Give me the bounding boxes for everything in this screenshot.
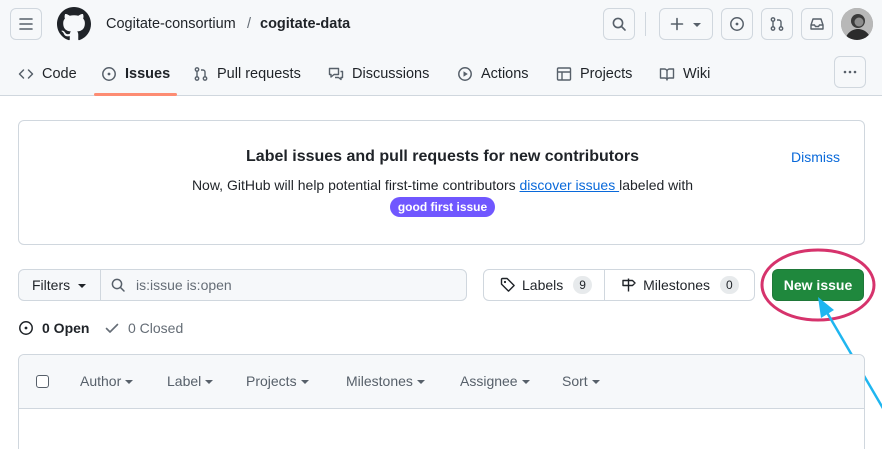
git-pull-request-icon — [770, 17, 784, 31]
check-icon — [105, 323, 119, 333]
breadcrumb-owner-link[interactable]: Cogitate-consortium — [106, 14, 236, 34]
filters-label: Filters — [32, 277, 71, 293]
code-icon — [18, 69, 34, 79]
user-avatar[interactable] — [841, 8, 873, 40]
create-new-button[interactable] — [659, 8, 713, 40]
triangle-down-icon — [591, 380, 600, 384]
issue-opened-icon — [19, 321, 33, 335]
open-issues-filter[interactable]: 0 Open — [18, 318, 89, 338]
tab-pull-requests-label: Pull requests — [217, 66, 301, 82]
triangle-down-icon — [693, 23, 701, 27]
assignee-filter-label: Assignee — [460, 373, 518, 389]
tab-wiki-label: Wiki — [683, 66, 711, 82]
search-icon — [111, 278, 125, 292]
author-filter-label: Author — [80, 373, 122, 389]
new-issue-button[interactable]: New issue — [772, 269, 864, 301]
hamburger-menu-button[interactable] — [10, 8, 42, 40]
tab-issues[interactable]: Issues — [101, 56, 170, 92]
banner-badge-row: good first issue — [19, 197, 866, 217]
dismiss-button[interactable]: Dismiss — [791, 149, 840, 165]
issues-list: Author Label Projects Milestones Assigne… — [18, 354, 865, 449]
tab-discussions-label: Discussions — [352, 66, 430, 82]
triangle-down-icon — [300, 380, 309, 384]
github-logo-icon[interactable] — [57, 7, 91, 41]
projects-filter-label: Projects — [246, 373, 297, 389]
sort-dropdown[interactable]: Sort — [562, 373, 600, 389]
triangle-down-icon — [205, 380, 214, 384]
discover-issues-link[interactable]: discover issues — [520, 177, 620, 193]
breadcrumb-separator: / — [247, 16, 252, 32]
table-icon — [556, 67, 572, 81]
milestones-button[interactable]: Milestones 0 — [605, 270, 754, 300]
triangle-down-icon — [416, 380, 425, 384]
tab-actions[interactable]: Actions — [457, 56, 529, 92]
banner-text-after: labeled with — [619, 177, 694, 193]
banner-text-before: Now, GitHub will help potential first-ti… — [191, 177, 520, 193]
tab-projects-label: Projects — [580, 66, 633, 82]
milestones-filter-label: Milestones — [346, 373, 413, 389]
git-pull-request-icon — [194, 67, 208, 81]
avatar-image — [841, 8, 873, 40]
tab-wiki[interactable]: Wiki — [659, 56, 710, 92]
more-tabs-button[interactable] — [834, 56, 866, 88]
comment-discussion-icon — [328, 67, 344, 81]
tab-projects[interactable]: Projects — [556, 56, 632, 92]
open-count: 0 Open — [42, 320, 90, 336]
labels-label: Labels — [522, 277, 564, 293]
labels-button[interactable]: Labels 9 — [484, 270, 606, 300]
tab-discussions[interactable]: Discussions — [328, 56, 429, 92]
issue-opened-icon — [730, 17, 744, 31]
kebab-horizontal-icon — [843, 70, 857, 74]
filters-button[interactable]: Filters — [18, 269, 101, 301]
label-filter-label: Label — [167, 373, 202, 389]
banner-text: Now, GitHub will help potential first-ti… — [19, 177, 866, 193]
active-tab-indicator — [94, 93, 177, 96]
hamburger-icon — [19, 18, 33, 30]
labels-count: 9 — [573, 276, 592, 294]
repo-header: Cogitate-consortium / cogitate-data Code… — [0, 0, 882, 96]
inbox-icon — [810, 18, 824, 30]
header-divider — [645, 12, 646, 36]
closed-issues-filter[interactable]: 0 Closed — [104, 318, 183, 338]
triangle-down-icon — [521, 380, 530, 384]
tab-code[interactable]: Code — [18, 56, 77, 92]
breadcrumb-repo-link[interactable]: cogitate-data — [260, 14, 350, 34]
select-all-checkbox[interactable] — [36, 375, 49, 388]
tab-issues-label: Issues — [125, 66, 171, 82]
issue-search-input[interactable] — [136, 277, 436, 293]
assignee-filter-dropdown[interactable]: Assignee — [460, 373, 530, 389]
triangle-down-icon — [78, 284, 87, 288]
author-filter-dropdown[interactable]: Author — [80, 373, 134, 389]
play-icon — [458, 67, 472, 81]
closed-count: 0 Closed — [128, 320, 184, 336]
good-first-issue-label[interactable]: good first issue — [389, 197, 496, 217]
pull-requests-shortcut-button[interactable] — [761, 8, 793, 40]
tab-code-label: Code — [42, 66, 77, 82]
label-filter-dropdown[interactable]: Label — [167, 373, 214, 389]
milestones-count: 0 — [720, 276, 739, 294]
milestone-icon — [622, 278, 636, 292]
sort-label: Sort — [562, 373, 588, 389]
issues-shortcut-button[interactable] — [721, 8, 753, 40]
banner-title: Label issues and pull requests for new c… — [246, 148, 639, 165]
search-button[interactable] — [603, 8, 635, 40]
tab-pull-requests[interactable]: Pull requests — [193, 56, 301, 92]
tab-actions-label: Actions — [481, 66, 529, 82]
issues-list-header: Author Label Projects Milestones Assigne… — [19, 355, 864, 409]
good-first-issue-banner: Label issues and pull requests for new c… — [18, 120, 865, 245]
projects-filter-dropdown[interactable]: Projects — [246, 373, 309, 389]
book-icon — [659, 68, 675, 81]
inbox-button[interactable] — [801, 8, 833, 40]
triangle-down-icon — [125, 380, 134, 384]
milestones-label: Milestones — [643, 277, 711, 293]
plus-icon — [670, 17, 684, 31]
milestones-filter-dropdown[interactable]: Milestones — [346, 373, 425, 389]
labels-milestones-group: Labels 9 Milestones 0 — [483, 269, 755, 301]
issue-opened-icon — [102, 67, 116, 81]
search-icon — [612, 17, 626, 31]
issue-search-field[interactable] — [100, 269, 467, 301]
tag-icon — [500, 277, 515, 292]
